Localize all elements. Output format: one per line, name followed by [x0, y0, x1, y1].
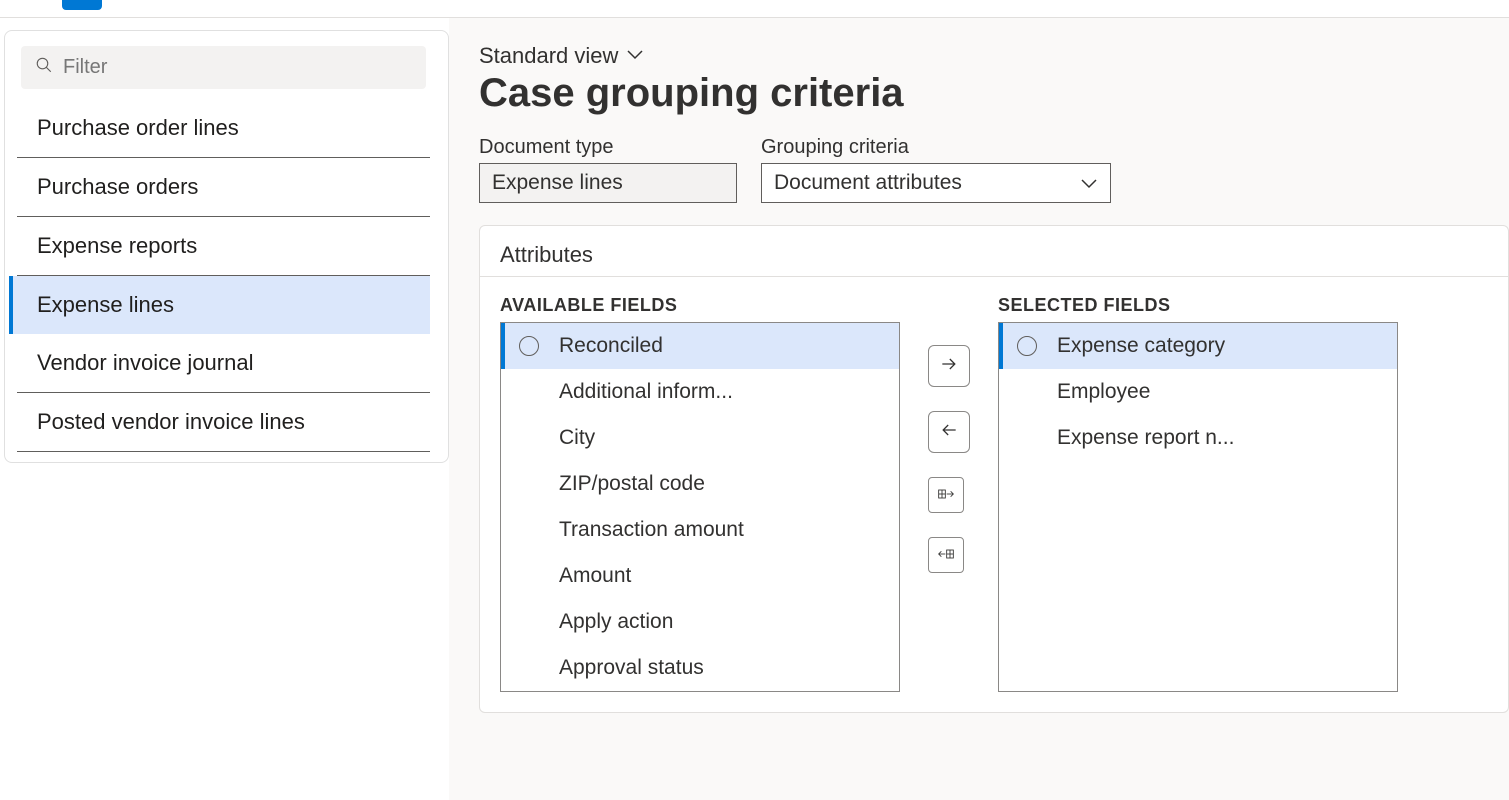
available-fields-column: AVAILABLE FIELDS Reconciled Additional i… — [500, 295, 900, 692]
list-item-label: Transaction amount — [559, 518, 744, 542]
page-title: Case grouping criteria — [479, 71, 1509, 116]
chevron-down-icon — [626, 47, 644, 65]
document-type-field[interactable]: Expense lines — [479, 163, 737, 203]
selected-fields-column: SELECTED FIELDS Expense category Employe… — [998, 295, 1398, 692]
list-item-label: Expense category — [1057, 334, 1225, 358]
list-item[interactable]: Expense report n... — [999, 415, 1397, 461]
attributes-panel: Attributes AVAILABLE FIELDS Reconciled A… — [479, 225, 1509, 713]
arrow-right-icon — [939, 354, 959, 379]
main-content: Standard view Case grouping criteria Doc… — [449, 18, 1509, 800]
list-item-label: Additional inform... — [559, 380, 733, 404]
sidebar-item-vendor-invoice-journal[interactable]: Vendor invoice journal — [17, 334, 430, 393]
sidebar-item-purchase-orders[interactable]: Purchase orders — [17, 158, 430, 217]
toolbar-active-indicator — [62, 0, 102, 10]
list-item[interactable]: Transaction amount — [501, 507, 899, 553]
sidebar-item-posted-vendor-invoice-lines[interactable]: Posted vendor invoice lines — [17, 393, 430, 452]
move-all-right-button[interactable] — [928, 477, 964, 513]
selected-fields-list[interactable]: Expense category Employee Expense report… — [998, 322, 1398, 692]
document-type-group: Document type Expense lines — [479, 136, 737, 203]
list-item[interactable]: City — [501, 415, 899, 461]
sidebar-item-expense-lines[interactable]: Expense lines — [9, 276, 430, 334]
list-item[interactable]: Amount — [501, 553, 899, 599]
list-item-label: Approval status — [559, 656, 704, 680]
view-selector[interactable]: Standard view — [479, 43, 1509, 69]
move-buttons — [928, 295, 970, 573]
grouping-criteria-group: Grouping criteria Document attributes — [761, 136, 1111, 203]
filter-input[interactable] — [63, 56, 412, 79]
dual-list: AVAILABLE FIELDS Reconciled Additional i… — [500, 295, 1488, 692]
nav-list: Purchase order lines Purchase orders Exp… — [9, 99, 438, 452]
selected-fields-heading: SELECTED FIELDS — [998, 295, 1398, 316]
sidebar-item-expense-reports[interactable]: Expense reports — [17, 217, 430, 276]
top-toolbar — [0, 0, 1509, 18]
move-all-left-icon — [938, 548, 954, 563]
arrow-left-icon — [939, 420, 959, 445]
search-icon — [35, 56, 53, 79]
grouping-criteria-field[interactable]: Document attributes — [761, 163, 1111, 203]
attributes-title: Attributes — [500, 242, 1488, 268]
list-item-label: ZIP/postal code — [559, 472, 705, 496]
panel-divider — [480, 276, 1508, 277]
available-fields-list[interactable]: Reconciled Additional inform... City ZIP… — [500, 322, 900, 692]
grouping-criteria-value: Document attributes — [774, 171, 962, 195]
list-item-label: City — [559, 426, 595, 450]
list-item[interactable]: Additional inform... — [501, 369, 899, 415]
document-type-label: Document type — [479, 136, 737, 159]
list-item-label: Apply action — [559, 610, 673, 634]
sidebar-item-purchase-order-lines[interactable]: Purchase order lines — [17, 99, 430, 158]
list-item-label: Expense report n... — [1057, 426, 1234, 450]
radio-icon — [519, 336, 539, 356]
view-selector-label: Standard view — [479, 43, 618, 69]
chevron-down-icon — [1080, 171, 1098, 195]
filter-box[interactable] — [21, 46, 426, 89]
radio-icon — [1017, 336, 1037, 356]
list-item[interactable]: ZIP/postal code — [501, 461, 899, 507]
move-all-left-button[interactable] — [928, 537, 964, 573]
list-item-label: Amount — [559, 564, 631, 588]
list-item[interactable]: Reconciled — [501, 323, 899, 369]
grouping-criteria-label: Grouping criteria — [761, 136, 1111, 159]
list-item-label: Reconciled — [559, 334, 663, 358]
move-left-button[interactable] — [928, 411, 970, 453]
list-item[interactable]: Employee — [999, 369, 1397, 415]
sidebar: Purchase order lines Purchase orders Exp… — [4, 30, 449, 463]
list-item[interactable]: Approval status — [501, 645, 899, 691]
field-row: Document type Expense lines Grouping cri… — [479, 136, 1509, 203]
list-item-label: Employee — [1057, 380, 1150, 404]
move-right-button[interactable] — [928, 345, 970, 387]
list-item[interactable]: Apply action — [501, 599, 899, 645]
list-item[interactable]: Expense category — [999, 323, 1397, 369]
move-all-right-icon — [938, 488, 954, 503]
available-fields-heading: AVAILABLE FIELDS — [500, 295, 900, 316]
